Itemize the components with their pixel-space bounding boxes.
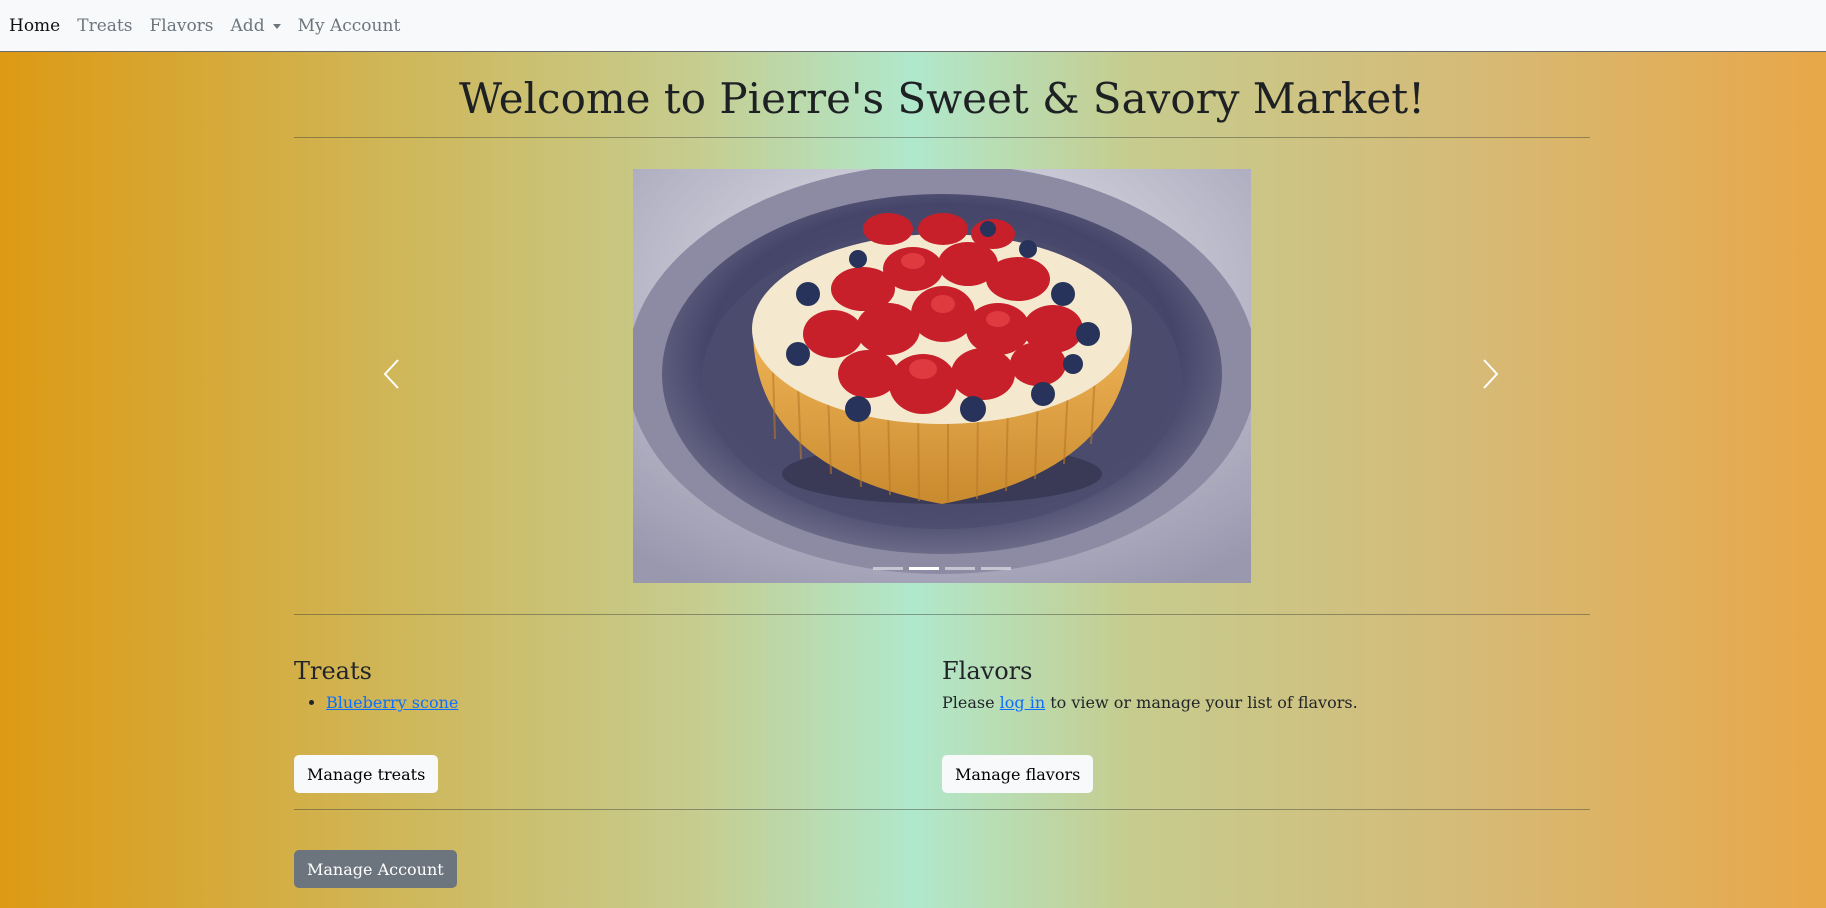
list-item: Blueberry scone <box>326 693 942 712</box>
navbar: Home Treats Flavors Add My Account <box>0 0 1826 52</box>
carousel-next-button[interactable] <box>1470 349 1510 399</box>
treats-list: Blueberry scone <box>294 693 942 712</box>
fruit-tart-image <box>633 169 1251 583</box>
carousel-indicator[interactable] <box>981 567 1011 570</box>
caret-down-icon <box>272 24 281 29</box>
divider <box>294 614 1590 615</box>
nav-add-label: Add <box>230 15 265 36</box>
treats-section: Treats Blueberry scone Manage treats <box>294 657 942 793</box>
login-link[interactable]: log in <box>1000 693 1046 712</box>
carousel-indicator[interactable] <box>909 567 939 570</box>
content-row: Treats Blueberry scone Manage treats Fla… <box>294 657 1590 793</box>
main-container: Welcome to Pierre's Sweet & Savory Marke… <box>294 52 1590 888</box>
nav-add-dropdown[interactable]: Add <box>231 16 281 36</box>
carousel-indicators <box>873 567 1011 570</box>
flavors-message-prefix: Please <box>942 693 1000 712</box>
flavors-message-suffix: to view or manage your list of flavors. <box>1045 693 1358 712</box>
carousel-slide-image <box>633 169 1251 583</box>
treat-link[interactable]: Blueberry scone <box>326 693 458 712</box>
treats-heading: Treats <box>294 657 372 685</box>
carousel-prev-button[interactable] <box>372 349 412 399</box>
chevron-left-icon <box>383 359 399 389</box>
nav-home[interactable]: Home <box>9 16 60 36</box>
page-title: Welcome to Pierre's Sweet & Savory Marke… <box>459 74 1425 123</box>
image-carousel <box>294 169 1590 583</box>
nav-flavors[interactable]: Flavors <box>149 16 213 36</box>
nav-treats[interactable]: Treats <box>77 16 132 36</box>
divider <box>294 137 1590 138</box>
flavors-heading: Flavors <box>942 657 1033 685</box>
divider <box>294 809 1590 810</box>
flavors-message: Please log in to view or manage your lis… <box>942 693 1590 712</box>
carousel-indicator[interactable] <box>873 567 903 570</box>
chevron-right-icon <box>1483 359 1499 389</box>
manage-account-button[interactable]: Manage Account <box>294 850 457 888</box>
manage-flavors-button[interactable]: Manage flavors <box>942 755 1094 793</box>
carousel-indicator[interactable] <box>945 567 975 570</box>
nav-my-account[interactable]: My Account <box>298 16 401 36</box>
flavors-section: Flavors Please log in to view or manage … <box>942 657 1590 793</box>
manage-treats-button[interactable]: Manage treats <box>294 755 439 793</box>
